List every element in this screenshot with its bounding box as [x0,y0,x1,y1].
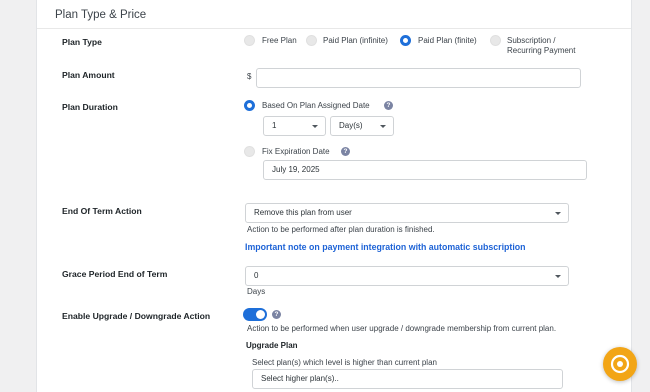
radio-paid-finite-label: Paid Plan (finite) [418,36,477,45]
plan-amount-input[interactable] [256,68,581,88]
end-of-term-help: Action to be performed after plan durati… [247,225,435,234]
grace-period-unit: Days [247,287,266,296]
section-title: Plan Type & Price [55,9,147,21]
plan-duration-label: Plan Duration [62,102,118,112]
radio-based-on-assigned-date-label: Based On Plan Assigned Date [262,101,370,110]
payment-integration-note-link[interactable]: Important note on payment integration wi… [245,242,526,252]
end-of-term-select[interactable]: Remove this plan from user [245,203,569,223]
upgrade-plan-help: Select plan(s) which level is higher tha… [252,358,437,367]
radio-paid-infinite-label: Paid Plan (infinite) [323,36,388,45]
upgrade-downgrade-label: Enable Upgrade / Downgrade Action [62,311,211,321]
section-divider [37,28,631,29]
duration-count-select[interactable]: 1 [263,116,326,136]
end-of-term-value: Remove this plan from user [254,208,352,217]
settings-panel [36,0,632,392]
grace-period-value: 0 [254,271,259,280]
support-icon [610,354,630,374]
duration-count-value: 1 [272,121,277,130]
duration-unit-select[interactable]: Day(s) [330,116,394,136]
radio-subscription-label: Subscription / Recurring Payment [507,36,576,55]
support-button[interactable] [603,347,637,381]
radio-paid-infinite[interactable] [306,35,317,46]
plan-type-label: Plan Type [62,37,102,47]
upgrade-downgrade-help: Action to be performed when user upgrade… [247,324,557,333]
grace-period-select[interactable]: 0 [245,266,569,286]
radio-paid-finite[interactable] [400,35,411,46]
question-circle-icon[interactable]: ? [272,310,281,319]
duration-unit-value: Day(s) [339,121,363,130]
radio-based-on-assigned-date[interactable] [244,100,255,111]
grace-period-label: Grace Period End of Term [62,269,168,279]
expiration-date-input[interactable]: July 19, 2025 [263,160,587,180]
radio-fix-expiration-date[interactable] [244,146,255,157]
toggle-knob [256,310,265,319]
higher-plans-select[interactable]: Select higher plan(s).. [252,369,563,389]
question-circle-icon[interactable]: ? [384,101,393,110]
end-of-term-label: End Of Term Action [62,206,142,216]
radio-free-plan[interactable] [244,35,255,46]
plan-amount-label: Plan Amount [62,70,115,80]
radio-subscription[interactable] [490,35,501,46]
question-circle-icon[interactable]: ? [341,147,350,156]
upgrade-downgrade-toggle[interactable] [243,308,267,321]
chevron-down-icon [555,212,561,215]
chevron-down-icon [312,125,318,128]
upgrade-plan-label: Upgrade Plan [246,341,298,350]
radio-fix-expiration-date-label: Fix Expiration Date [262,147,330,156]
radio-free-plan-label: Free Plan [262,36,297,45]
chevron-down-icon [380,125,386,128]
chevron-down-icon [555,275,561,278]
currency-symbol: $ [247,72,252,81]
